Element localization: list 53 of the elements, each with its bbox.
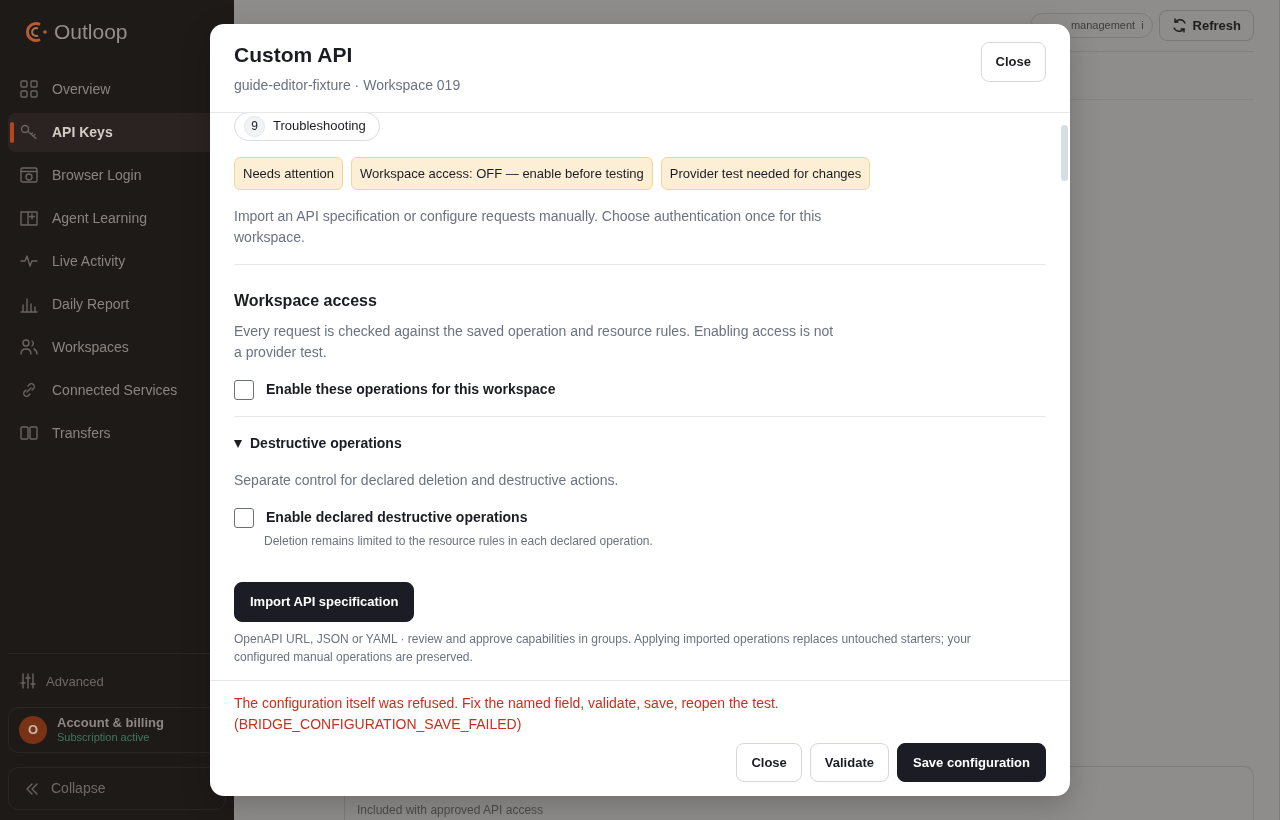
checkbox-label: Enable these operations for this workspace bbox=[266, 380, 556, 400]
sliders-icon bbox=[20, 673, 36, 690]
link-icon bbox=[20, 381, 38, 399]
browser-icon bbox=[20, 166, 38, 184]
checkbox[interactable] bbox=[234, 379, 254, 400]
bar-chart-icon bbox=[20, 295, 38, 313]
sidebar-item[interactable]: Agent Learning bbox=[8, 198, 226, 238]
sidebar-item[interactable]: Workspaces bbox=[8, 327, 226, 367]
checkbox[interactable] bbox=[234, 507, 254, 528]
book-icon bbox=[20, 209, 38, 227]
refresh-button[interactable]: Refresh bbox=[1158, 9, 1254, 42]
avatar: O bbox=[19, 716, 47, 744]
sidebar-item[interactable]: Connected Services bbox=[8, 370, 226, 410]
sidebar-item[interactable]: Daily Report bbox=[8, 284, 226, 324]
status-badge: Needs attention bbox=[234, 156, 344, 191]
columns-icon bbox=[20, 424, 38, 442]
double-chevron-icon bbox=[25, 781, 39, 796]
intro-text: Import an API specification or configure requests manually. Choose authentication once for this workspace. bbox=[234, 207, 823, 248]
footer-button[interactable]: Validate bbox=[809, 742, 889, 782]
logo-icon bbox=[26, 19, 48, 44]
status-badge: Workspace access: OFF — enable before testing bbox=[351, 156, 653, 191]
refresh-icon bbox=[1171, 18, 1187, 33]
subscription-status: Subscription active bbox=[57, 730, 151, 744]
disclosure-summary[interactable]: Destructive operations bbox=[234, 433, 1046, 455]
brand-name: Outloop bbox=[54, 19, 128, 45]
dialog-subtitle: guide-editor-fixture · Workspace 019 bbox=[234, 76, 461, 96]
footer-button[interactable]: Close bbox=[736, 742, 802, 782]
checkbox-label: Enable declared destructive operations bbox=[266, 508, 528, 528]
pill-text: management bbox=[1070, 18, 1136, 34]
sidebar-item[interactable]: Live Activity bbox=[8, 241, 226, 281]
import-button[interactable]: Import API specification bbox=[234, 582, 415, 622]
info-icon: i bbox=[1141, 17, 1144, 34]
section-text: Separate control for declared deletion and destructive actions. bbox=[234, 471, 620, 491]
scrollbar-thumb[interactable] bbox=[1061, 125, 1068, 182]
section-heading: Workspace access bbox=[234, 291, 378, 312]
pulse-icon bbox=[20, 252, 38, 270]
grid-icon bbox=[20, 80, 38, 98]
help-text: Deletion remains limited to the resource rules in each declared operation. bbox=[263, 533, 654, 551]
section-text: Every request is checked against the saved operation and resource rules. Enabling access is not a provider test. bbox=[234, 322, 834, 363]
sidebar-item[interactable]: Transfers bbox=[8, 413, 226, 453]
status-badge: Provider test needed for changes bbox=[660, 156, 871, 191]
key-icon bbox=[20, 123, 38, 141]
close-button[interactable]: Close bbox=[980, 42, 1046, 82]
sidebar-item[interactable]: Overview bbox=[8, 69, 226, 109]
sidebar-item[interactable]: Browser Login bbox=[8, 155, 226, 195]
step-number: 9 bbox=[244, 115, 265, 137]
dialog-title: Custom API bbox=[234, 42, 354, 68]
advanced-item[interactable]: Advanced bbox=[8, 667, 226, 707]
error-message: The configuration itself was refused. Fix the named field, validate, save, reopen the test. (BRIDGE_CONFIGURATION_SAVE_FAILED) bbox=[234, 693, 780, 734]
import-text: OpenAPI URL, JSON or YAML · review and approve capabilities in groups. Applying imported operations replaces untouched starters; your configured manual operations are preserved. bbox=[234, 630, 972, 666]
people-icon bbox=[20, 338, 38, 356]
save-button[interactable]: Save configuration bbox=[896, 742, 1046, 782]
account-name: Account & billing bbox=[57, 716, 164, 731]
